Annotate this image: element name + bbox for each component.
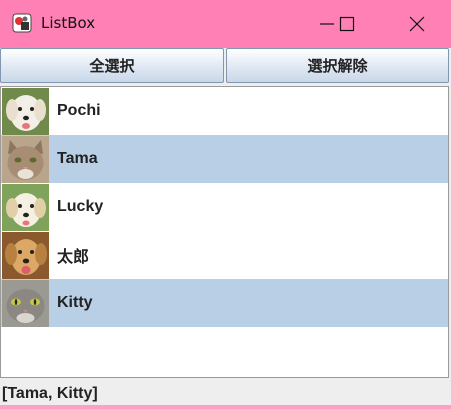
list-item[interactable]: Tama xyxy=(1,135,448,183)
dog-photo-icon xyxy=(2,231,49,279)
close-button[interactable] xyxy=(394,0,440,48)
window-bottom-edge xyxy=(0,405,451,409)
list-item[interactable]: Kitty xyxy=(1,279,448,327)
list-item[interactable]: Pochi xyxy=(1,87,448,135)
window-title: ListBox xyxy=(41,14,96,32)
close-icon xyxy=(409,16,425,32)
list-item-label: Kitty xyxy=(57,294,93,311)
list-item-label: Lucky xyxy=(57,198,104,215)
dog-photo-icon xyxy=(2,183,49,231)
pet-list[interactable]: Pochi Tama Lucky 太郎 Kitty xyxy=(0,86,449,378)
list-item-label: 太郎 xyxy=(57,249,90,266)
list-item-label: Tama xyxy=(57,150,98,167)
select-all-button[interactable]: 全選択 xyxy=(0,48,224,83)
app-icon xyxy=(12,13,32,33)
toolbar: 全選択 選択解除 xyxy=(0,48,451,85)
cat-photo-icon xyxy=(2,279,49,327)
list-item[interactable]: Lucky xyxy=(1,183,448,231)
title-bar: ListBox xyxy=(0,0,451,48)
selection-status: [Tama, Kitty] xyxy=(2,385,98,402)
dog-photo-icon xyxy=(2,87,49,135)
list-item-label: Pochi xyxy=(57,102,101,119)
maximize-icon xyxy=(339,16,355,32)
maximize-button[interactable] xyxy=(324,0,370,48)
deselect-all-button[interactable]: 選択解除 xyxy=(226,48,449,83)
list-item[interactable]: 太郎 xyxy=(1,231,448,279)
cat-photo-icon xyxy=(2,135,49,183)
